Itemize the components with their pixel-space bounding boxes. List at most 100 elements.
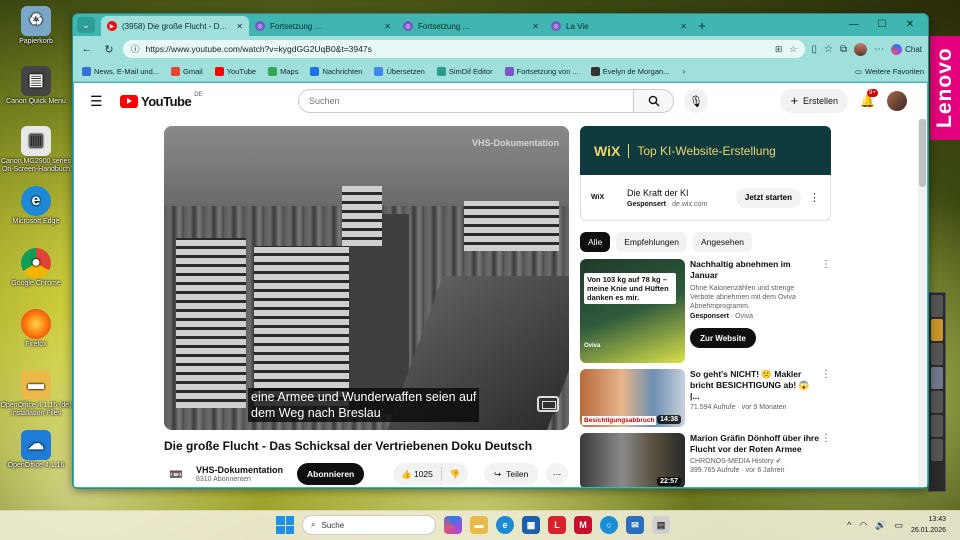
more-bookmarks-chevron-icon[interactable]: › (676, 67, 691, 76)
subscribe-button[interactable]: Abonnieren (297, 463, 365, 485)
more-vertical-icon[interactable]: ⋮ (820, 259, 832, 363)
edge-icon[interactable]: e (496, 516, 514, 534)
bookmark-news[interactable]: News, E-Mail und... (77, 67, 164, 76)
more-vertical-icon[interactable]: ⋮ (820, 433, 832, 487)
share-button[interactable]: ↪ Teilen (484, 463, 539, 485)
circle-app-icon[interactable]: ○ (600, 516, 618, 534)
copilot-chat-button[interactable]: Chat (891, 43, 922, 55)
app-available-icon[interactable]: ⊞ (775, 44, 783, 55)
copilot-icon[interactable] (444, 516, 462, 534)
minimize-icon[interactable]: — (840, 16, 868, 34)
wifi-icon[interactable]: ◠ (859, 520, 867, 531)
mcafee-icon[interactable]: M (574, 516, 592, 534)
channel-name[interactable]: VHS-Dokumentation (196, 465, 283, 475)
bookmark-simdif[interactable]: SimDif Editor (432, 67, 498, 76)
video-thumbnail[interactable]: 22:57 (580, 433, 685, 487)
desktop-icon-openoffice-files[interactable]: ▬ OpenOffice 4.1.16 (de) Installation Fi… (0, 370, 72, 418)
desktop-icon-openoffice[interactable]: ☁ OpenOffice 4.1.16 (0, 430, 72, 470)
clock[interactable]: 13:43 26.01.2026 (911, 514, 946, 536)
volume-icon[interactable]: 🔊 (875, 520, 886, 531)
recommendation-item[interactable]: Von 103 kg auf 78 kg – meine Knie und Hü… (580, 259, 832, 363)
visit-website-button[interactable]: Zur Website (690, 328, 756, 348)
maximize-icon[interactable]: ☐ (868, 16, 896, 34)
bookmark-gmail[interactable]: Gmail (166, 67, 208, 76)
taskbar-search[interactable]: ⌕ Suche (302, 515, 436, 535)
tab-fortsetzung-2[interactable]: ◎ Fortsetzung ... ✕ (397, 16, 545, 36)
hamburger-menu-icon[interactable]: ☰ (90, 93, 114, 110)
ad-cta-button[interactable]: Jetzt starten (735, 187, 801, 208)
recommendation-title[interactable]: So geht's NICHT! 🙁 Makler bricht BESICHT… (690, 369, 820, 402)
chip-all[interactable]: Alle (580, 232, 611, 252)
mail-icon[interactable]: ✉ (626, 516, 644, 534)
close-tab-icon[interactable]: ✕ (532, 22, 539, 31)
channel-avatar[interactable]: 📼 (164, 462, 188, 486)
close-tab-icon[interactable]: ✕ (236, 22, 243, 31)
desktop-icon-recycle-bin[interactable]: ♻ Papierkorb (0, 6, 72, 46)
more-actions-button[interactable]: ⋯ (546, 463, 568, 485)
recommendation-item[interactable]: 22:57 Marion Gräfin Dönhoff über ihre Fl… (580, 433, 832, 487)
tab-la-vie[interactable]: ◎ La Vie ✕ (545, 16, 693, 36)
ad-banner[interactable]: WiX Top KI-Website-Erstellung (580, 126, 831, 175)
favorites-icon[interactable]: ☆ (824, 44, 833, 55)
bookmark-evelyn[interactable]: Evelyn de Morgan... (586, 67, 675, 76)
tab-youtube-video[interactable]: ▶ (3958) Die große Flucht - Das Schick ✕ (101, 16, 249, 36)
show-hidden-icons-chevron-icon[interactable]: ^ (847, 520, 851, 530)
desktop-icon-canon-quick-menu[interactable]: ▤ Canon Quick Menu (0, 66, 72, 106)
favorite-star-icon[interactable]: ☆ (789, 44, 797, 55)
desktop-icon-edge[interactable]: e Microsoft Edge (0, 186, 72, 226)
profile-avatar[interactable] (854, 42, 868, 56)
like-button[interactable]: 👍 1025 (401, 469, 433, 480)
more-menu-icon[interactable]: ⋯ (874, 44, 884, 55)
more-vertical-icon[interactable]: ⋮ (809, 191, 820, 204)
file-explorer-icon[interactable]: ▬ (470, 516, 488, 534)
bookmark-youtube[interactable]: YouTube (210, 67, 261, 76)
back-arrow-icon[interactable]: ← (79, 43, 95, 55)
bookmark-nachrichten[interactable]: Nachrichten (305, 67, 367, 76)
bookmark-fortsetzung[interactable]: Fortsetzung von ... (500, 67, 584, 76)
miniplayer-icon[interactable] (537, 396, 559, 412)
url-field[interactable]: ⓘ https://www.youtube.com/watch?v=kygdGG… (123, 40, 806, 58)
chip-recommendations[interactable]: Empfehlungen (616, 232, 688, 252)
recommendation-item[interactable]: Besichtigungsabbruch 14:38 So geht's NIC… (580, 369, 832, 427)
close-tab-icon[interactable]: ✕ (384, 22, 391, 31)
desktop-icon-chrome[interactable]: ● Google Chrome (0, 248, 72, 288)
voice-search-button[interactable]: 🎙 (684, 89, 708, 113)
search-button[interactable] (634, 89, 674, 113)
page-scrollbar[interactable] (918, 119, 927, 487)
site-info-icon[interactable]: ⓘ (131, 43, 140, 55)
desktop-icon-canon-manual[interactable]: ▥ Canon MG2900 series On-Screen-Handbuch (0, 126, 72, 174)
split-screen-icon[interactable]: ▯ (811, 44, 817, 55)
close-tab-icon[interactable]: ✕ (680, 22, 687, 31)
tab-actions-menu[interactable]: ⌄ (77, 17, 95, 33)
desktop-icon-firefox[interactable]: Firefox (0, 309, 72, 349)
channel-name[interactable]: CHRONOS-MEDIA History (690, 458, 774, 465)
battery-icon[interactable]: ▭ (894, 520, 903, 531)
youtube-logo[interactable]: YouTube DE (120, 92, 203, 109)
ad-card[interactable]: WiX Die Kraft der KI Gesponsert · de.wix… (580, 175, 831, 221)
chip-watched[interactable]: Angesehen (693, 232, 753, 252)
store-icon[interactable]: ▦ (522, 516, 540, 534)
document-app-icon[interactable]: ▤ (652, 516, 670, 534)
bookmark-uebersetzen[interactable]: Übersetzen (369, 67, 429, 76)
close-icon[interactable]: ✕ (896, 16, 924, 34)
recommendation-title[interactable]: Nachhaltig abnehmen im Januar (690, 259, 820, 281)
search-input[interactable] (298, 89, 634, 113)
recommendation-title[interactable]: Marion Gräfin Dönhoff über ihre Flucht v… (690, 433, 820, 455)
lenovo-vantage-icon[interactable]: L (548, 516, 566, 534)
dislike-button[interactable]: 👎 (450, 469, 469, 480)
video-thumbnail[interactable]: Von 103 kg auf 78 kg – meine Knie und Hü… (580, 259, 685, 363)
tab-fortsetzung-1[interactable]: ◎ Fortsetzung ... ✕ (249, 16, 397, 36)
account-avatar[interactable] (887, 91, 907, 111)
windows-start-icon[interactable] (276, 516, 294, 534)
new-tab-button[interactable]: + (693, 18, 711, 33)
more-vertical-icon[interactable]: ⋮ (820, 369, 832, 427)
refresh-icon[interactable]: ↻ (101, 43, 117, 56)
collections-icon[interactable]: ⧉ (840, 44, 847, 55)
video-player[interactable]: VHS-Dokumentation eine Armee und Wunderw… (164, 126, 569, 430)
create-button[interactable]: + Erstellen (780, 89, 849, 113)
video-thumbnail[interactable]: Besichtigungsabbruch 14:38 (580, 369, 685, 427)
background-window-edge[interactable] (928, 292, 946, 492)
bookmark-maps[interactable]: Maps (263, 67, 303, 76)
notifications-button[interactable]: 🔔 9+ (860, 89, 878, 108)
scrollbar-thumb[interactable] (919, 119, 926, 187)
